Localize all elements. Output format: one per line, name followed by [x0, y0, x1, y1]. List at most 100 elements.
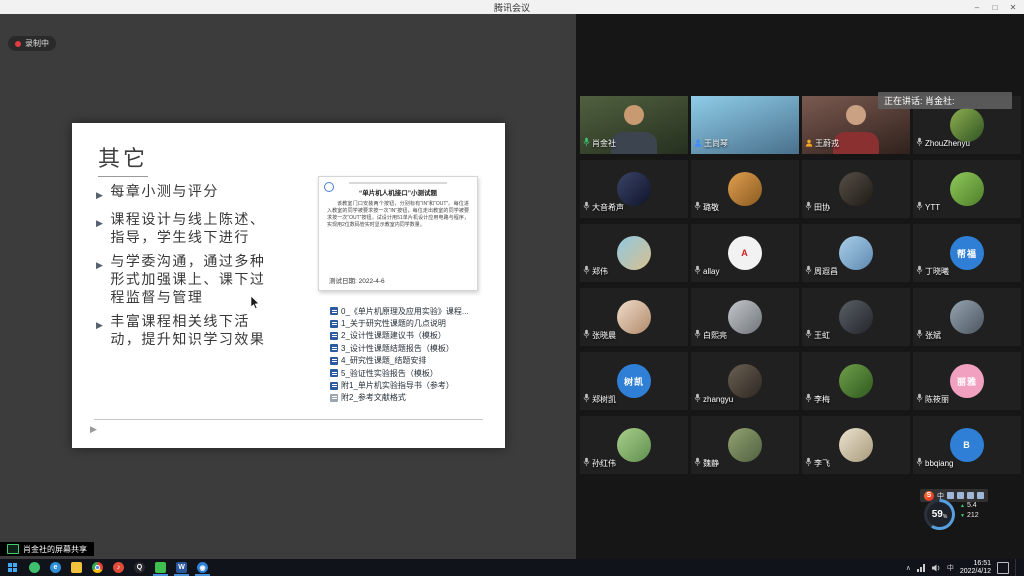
- participant-tile[interactable]: 帮福丁晓曦: [913, 224, 1021, 282]
- show-desktop-button[interactable]: [1015, 559, 1019, 576]
- file-list-item: 0_《单片机原理及应用实验》课程...: [330, 305, 494, 317]
- taskbar-app-qq[interactable]: Q: [129, 559, 150, 576]
- participant-tile[interactable]: 大音希声: [580, 160, 688, 218]
- file-label: 1_关于研究性课题的几点说明: [341, 318, 446, 329]
- participant-tile[interactable]: Aallay: [691, 224, 799, 282]
- participant-tile[interactable]: 璐敬: [691, 160, 799, 218]
- net-down-value: 212: [967, 511, 979, 521]
- file-explorer-icon: [71, 562, 82, 573]
- participant-tile[interactable]: 郑伟: [580, 224, 688, 282]
- tencent-meeting-window: 腾讯会议 – □ ✕ 录制中 其它 ▶每章小测与评分▶课程设计与线上陈述、指导，…: [0, 0, 1024, 576]
- participant-name: 李梅: [814, 394, 830, 405]
- maximize-button[interactable]: □: [986, 0, 1004, 14]
- screen-share-label: 肖金社的屏幕共享: [0, 542, 94, 556]
- speaking-banner: 正在讲话: 肖金社:: [878, 92, 1012, 109]
- taskbar-apps: e ♪Q W ◉: [24, 559, 213, 576]
- participant-grid: 肖金社王尚琴王蔚戎ZhouZhenyu大音希声璐敬田协YTT郑伟Aallay周遐…: [580, 96, 1021, 474]
- taskbar-app-wechat[interactable]: [150, 559, 171, 576]
- taskbar-app-file-explorer[interactable]: [66, 559, 87, 576]
- sogou-tools: [947, 492, 984, 499]
- taskbar-app-browser-360[interactable]: [24, 559, 45, 576]
- participant-name: 张斌: [925, 330, 941, 341]
- participant-namebar: 王虹: [805, 326, 830, 344]
- cohost-icon: [805, 134, 813, 152]
- participant-tile[interactable]: 魏静: [691, 416, 799, 474]
- participant-tile[interactable]: 田协: [802, 160, 910, 218]
- mic-icon: [916, 326, 923, 344]
- sogou-tool-icon[interactable]: [967, 492, 974, 499]
- performance-gauge[interactable]: 59 %: [924, 499, 955, 530]
- mouse-cursor: [250, 296, 260, 310]
- mic-icon: [805, 262, 812, 280]
- file-label: 4_研究性课题_结题安排: [341, 355, 426, 366]
- close-button[interactable]: ✕: [1004, 0, 1022, 14]
- participant-avatar: [728, 428, 762, 462]
- participant-tile[interactable]: zhangyu: [691, 352, 799, 410]
- mic-icon: [583, 390, 590, 408]
- mic-icon: [583, 326, 590, 344]
- participant-name: 丁晓曦: [925, 266, 949, 277]
- taskbar-app-chrome[interactable]: [87, 559, 108, 576]
- sogou-tool-icon[interactable]: [957, 492, 964, 499]
- participant-name: ZhouZhenyu: [925, 139, 970, 148]
- slide-footer-line: [94, 419, 483, 420]
- sogou-tool-icon[interactable]: [977, 492, 984, 499]
- participant-tile[interactable]: 李飞: [802, 416, 910, 474]
- hidden-icons-chevron[interactable]: ∧: [906, 564, 911, 572]
- taskbar-app-word[interactable]: W: [171, 559, 192, 576]
- taskbar-app-edge[interactable]: e: [45, 559, 66, 576]
- chrome-icon: [92, 562, 103, 573]
- taskbar-clock[interactable]: 16:51 2022/4/12: [960, 560, 991, 576]
- gauge-face: 59 %: [927, 502, 952, 527]
- action-center-icon[interactable]: [997, 562, 1009, 574]
- participant-name: allay: [703, 267, 719, 276]
- sogou-logo-icon[interactable]: S: [924, 491, 934, 501]
- input-method-indicator[interactable]: 中: [947, 563, 954, 573]
- bullet-marker-icon: ▶: [96, 187, 104, 205]
- doc-title: “单片机人机接口”小测试题: [319, 187, 477, 197]
- mic-icon: [694, 326, 701, 344]
- person-body-silhouette: [833, 132, 879, 154]
- file-list-item: 2_设计性课题建议书（模板）: [330, 330, 494, 342]
- participant-name: 白熙亮: [703, 330, 727, 341]
- participant-avatar: 帮福: [950, 236, 984, 270]
- taskbar-app-qq-music[interactable]: ♪: [108, 559, 129, 576]
- doc-date: 测试日期: 2022-4-6: [329, 275, 385, 285]
- participant-namebar: 璐敬: [694, 198, 719, 216]
- volume-icon[interactable]: [932, 564, 941, 572]
- screen-share-text: 肖金社的屏幕共享: [23, 544, 87, 555]
- word-icon: W: [176, 562, 187, 573]
- participant-tile[interactable]: 丽雅陈筱丽: [913, 352, 1021, 410]
- participant-tile[interactable]: YTT: [913, 160, 1021, 218]
- taskbar-app-tencent-meeting[interactable]: ◉: [192, 559, 213, 576]
- file-list-item: 附2_参考文献格式: [330, 392, 494, 404]
- participant-name: 王尚琴: [704, 138, 728, 149]
- participant-namebar: 田协: [805, 198, 830, 216]
- participant-tile[interactable]: 王虹: [802, 288, 910, 346]
- file-list-item: 4_研究性课题_结题安排: [330, 355, 494, 367]
- screen-share-icon: [7, 544, 19, 554]
- participant-tile[interactable]: 孙红伟: [580, 416, 688, 474]
- participant-tile[interactable]: 李梅: [802, 352, 910, 410]
- participant-tile[interactable]: Bbbqiang: [913, 416, 1021, 474]
- sogou-tool-icon[interactable]: [947, 492, 954, 499]
- participant-tile[interactable]: 张晓晨: [580, 288, 688, 346]
- document-preview: “单片机人机接口”小测试题 该教室门口安装两个按钮，分别标有“IN”和“OUT”…: [318, 176, 478, 291]
- participant-tile[interactable]: 肖金社: [580, 96, 688, 154]
- participant-tile[interactable]: 张斌: [913, 288, 1021, 346]
- participant-tile[interactable]: 树凯郑树凯: [580, 352, 688, 410]
- network-stats: ▲ 5.4 ▼ 212: [960, 501, 979, 521]
- start-button[interactable]: [0, 559, 24, 576]
- participant-avatar: [617, 428, 651, 462]
- minimize-button[interactable]: –: [968, 0, 986, 14]
- participant-tile[interactable]: 周遐昌: [802, 224, 910, 282]
- participant-avatar: [839, 300, 873, 334]
- participant-namebar: 陈筱丽: [916, 390, 949, 408]
- tencent-meeting-icon: ◉: [197, 562, 208, 573]
- network-icon[interactable]: [917, 564, 926, 572]
- mic-icon: [583, 134, 590, 152]
- participant-tile[interactable]: 白熙亮: [691, 288, 799, 346]
- gauge-unit: %: [943, 514, 947, 520]
- participant-tile[interactable]: 王尚琴: [691, 96, 799, 154]
- participant-namebar: 王尚琴: [694, 134, 728, 152]
